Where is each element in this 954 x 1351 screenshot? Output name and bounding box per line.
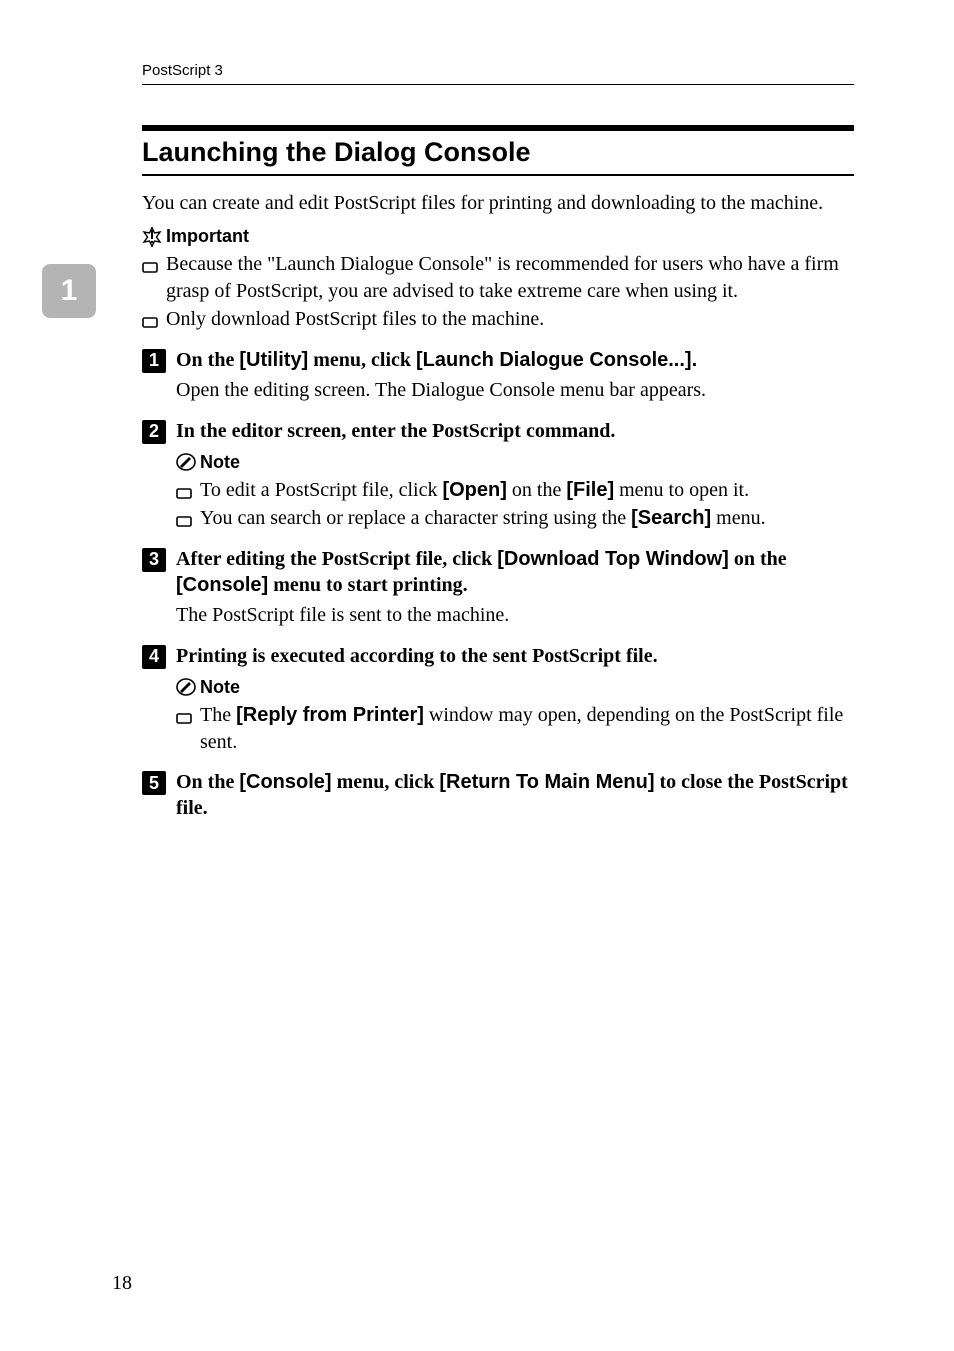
step-3-follow: The PostScript file is sent to the machi… bbox=[176, 602, 854, 629]
list-item: You can search or replace a character st… bbox=[176, 505, 854, 532]
header-left-text: PostScript 3 bbox=[142, 62, 223, 79]
menu-name: [Utility] bbox=[239, 349, 308, 371]
step-4-note-heading: Note bbox=[176, 677, 854, 698]
text-fragment: To edit a PostScript file, click bbox=[200, 479, 442, 501]
step-1-text: On the [Utility] menu, click [Launch Dia… bbox=[176, 347, 697, 373]
text-fragment: After editing the PostScript file, click bbox=[176, 548, 497, 570]
text-fragment: menu to open it. bbox=[614, 479, 749, 501]
menu-name: [File] bbox=[566, 479, 614, 501]
list-item-text: Because the "Launch Dialogue Console" is… bbox=[166, 251, 854, 304]
text-fragment: menu, click bbox=[308, 349, 416, 371]
text-fragment: menu. bbox=[711, 507, 765, 529]
important-label: Important bbox=[166, 226, 249, 247]
text-fragment: The bbox=[200, 704, 236, 726]
step-2-notes: To edit a PostScript file, click [Open] … bbox=[176, 477, 854, 532]
text-fragment: On the bbox=[176, 771, 239, 793]
step-1-follow: Open the editing screen. The Dialogue Co… bbox=[176, 377, 854, 404]
text-fragment: You can search or replace a character st… bbox=[200, 507, 631, 529]
step-2-text: In the editor screen, enter the PostScri… bbox=[176, 418, 615, 444]
step-number-icon: 3 bbox=[142, 548, 166, 572]
step-3-text: After editing the PostScript file, click… bbox=[176, 546, 854, 598]
intro-paragraph: You can create and edit PostScript files… bbox=[142, 190, 854, 216]
bullet-icon bbox=[142, 256, 158, 272]
note-label: Note bbox=[200, 452, 240, 473]
important-list: Because the "Launch Dialogue Console" is… bbox=[142, 251, 854, 333]
command-name: [Return To Main Menu] bbox=[439, 771, 654, 793]
command-name: [Launch Dialogue Console...]. bbox=[416, 349, 697, 371]
text-fragment: menu to start printing. bbox=[268, 574, 467, 596]
header-bar: PostScript 3 bbox=[142, 62, 854, 85]
menu-name: [Console] bbox=[239, 771, 331, 793]
step-number-icon: 5 bbox=[142, 771, 166, 795]
list-item-text: You can search or replace a character st… bbox=[200, 505, 854, 532]
chapter-tab: 1 bbox=[42, 264, 96, 318]
step-number-icon: 4 bbox=[142, 645, 166, 669]
step-2-note-heading: Note bbox=[176, 452, 854, 473]
bullet-icon bbox=[176, 482, 192, 498]
pencil-icon bbox=[176, 452, 196, 472]
chapter-number: 1 bbox=[61, 274, 78, 308]
note-label: Note bbox=[200, 677, 240, 698]
text-fragment: on the bbox=[729, 548, 787, 570]
list-item-text: To edit a PostScript file, click [Open] … bbox=[200, 477, 854, 504]
window-name: [Reply from Printer] bbox=[236, 704, 424, 726]
pencil-icon bbox=[176, 677, 196, 697]
document-page: PostScript 3 1 Launching the Dialog Cons… bbox=[0, 0, 954, 1351]
list-item-text: The [Reply from Printer] window may open… bbox=[200, 702, 854, 755]
text-fragment: on the bbox=[507, 479, 566, 501]
step-5-text: On the [Console] menu, click [Return To … bbox=[176, 769, 854, 821]
list-item: To edit a PostScript file, click [Open] … bbox=[176, 477, 854, 504]
bullet-icon bbox=[176, 510, 192, 526]
bullet-icon bbox=[176, 707, 192, 723]
command-name: [Open] bbox=[442, 479, 506, 501]
step-2: 2 In the editor screen, enter the PostSc… bbox=[142, 418, 854, 444]
bullet-icon bbox=[142, 311, 158, 327]
command-name: [Download Top Window] bbox=[497, 548, 729, 570]
text-fragment: menu, click bbox=[332, 771, 440, 793]
step-4-notes: The [Reply from Printer] window may open… bbox=[176, 702, 854, 755]
step-1: 1 On the [Utility] menu, click [Launch D… bbox=[142, 347, 854, 373]
step-4-text: Printing is executed according to the se… bbox=[176, 643, 658, 669]
section-title: Launching the Dialog Console bbox=[142, 137, 854, 176]
step-3: 3 After editing the PostScript file, cli… bbox=[142, 546, 854, 598]
list-item-text: Only download PostScript files to the ma… bbox=[166, 306, 854, 333]
step-4: 4 Printing is executed according to the … bbox=[142, 643, 854, 669]
page-number: 18 bbox=[112, 1272, 132, 1295]
text-fragment: On the bbox=[176, 349, 239, 371]
list-item: The [Reply from Printer] window may open… bbox=[176, 702, 854, 755]
section-top-rule bbox=[142, 125, 854, 131]
step-5: 5 On the [Console] menu, click [Return T… bbox=[142, 769, 854, 821]
menu-name: [Console] bbox=[176, 574, 268, 596]
important-heading: Important bbox=[142, 226, 854, 247]
list-item: Only download PostScript files to the ma… bbox=[142, 306, 854, 333]
step-number-icon: 1 bbox=[142, 349, 166, 373]
body-content: You can create and edit PostScript files… bbox=[142, 190, 854, 821]
step-number-icon: 2 bbox=[142, 420, 166, 444]
list-item: Because the "Launch Dialogue Console" is… bbox=[142, 251, 854, 304]
star-icon bbox=[142, 227, 162, 247]
menu-name: [Search] bbox=[631, 507, 711, 529]
